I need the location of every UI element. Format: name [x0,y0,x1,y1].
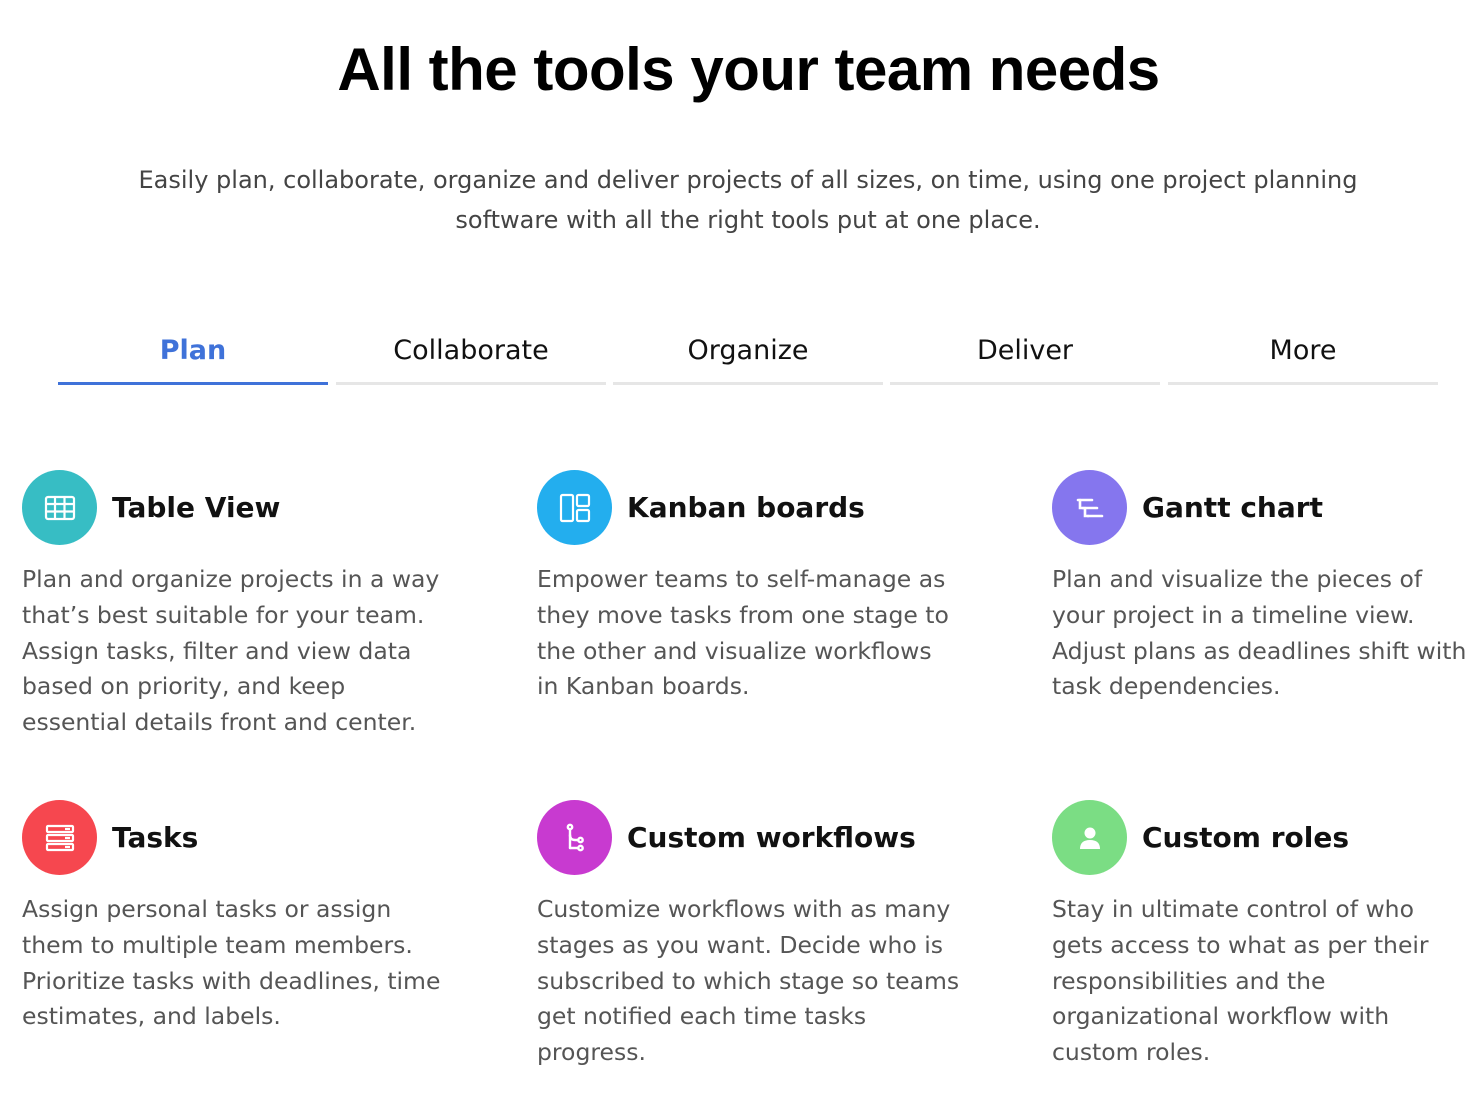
tab-deliver[interactable]: Deliver [890,318,1160,385]
feature-title: Tasks [112,821,199,854]
page-title: All the tools your team needs [337,36,1160,103]
user-icon [1052,800,1127,875]
feature-description: Assign personal tasks or assign them to … [22,895,441,1031]
page-subtitle: Easily plan, collaborate, organize and d… [138,166,1358,234]
gantt-icon [1052,470,1127,545]
feature-title: Kanban boards [627,491,865,524]
feature-description: Empower teams to self-manage as they mov… [537,565,949,701]
feature-title: Custom roles [1142,821,1349,854]
feature-description: Plan and visualize the pieces of your pr… [1052,565,1467,701]
feature-description: Customize workflows with as many stages … [537,895,960,1067]
feature-tabs: Plan Collaborate Organize Deliver More [58,318,1438,388]
feature-title: Custom workflows [627,821,916,854]
tab-plan[interactable]: Plan [58,318,328,385]
tasks-icon [22,800,97,875]
feature-title: Table View [112,491,281,524]
feature-description: Stay in ultimate control of who gets acc… [1052,895,1429,1067]
tab-organize[interactable]: Organize [613,318,883,385]
kanban-icon [537,470,612,545]
table-icon [22,470,97,545]
feature-title: Gantt chart [1142,491,1323,524]
tab-collaborate[interactable]: Collaborate [336,318,606,385]
tab-more[interactable]: More [1168,318,1438,385]
workflow-icon [537,800,612,875]
feature-description: Plan and organize projects in a way that… [22,565,440,737]
